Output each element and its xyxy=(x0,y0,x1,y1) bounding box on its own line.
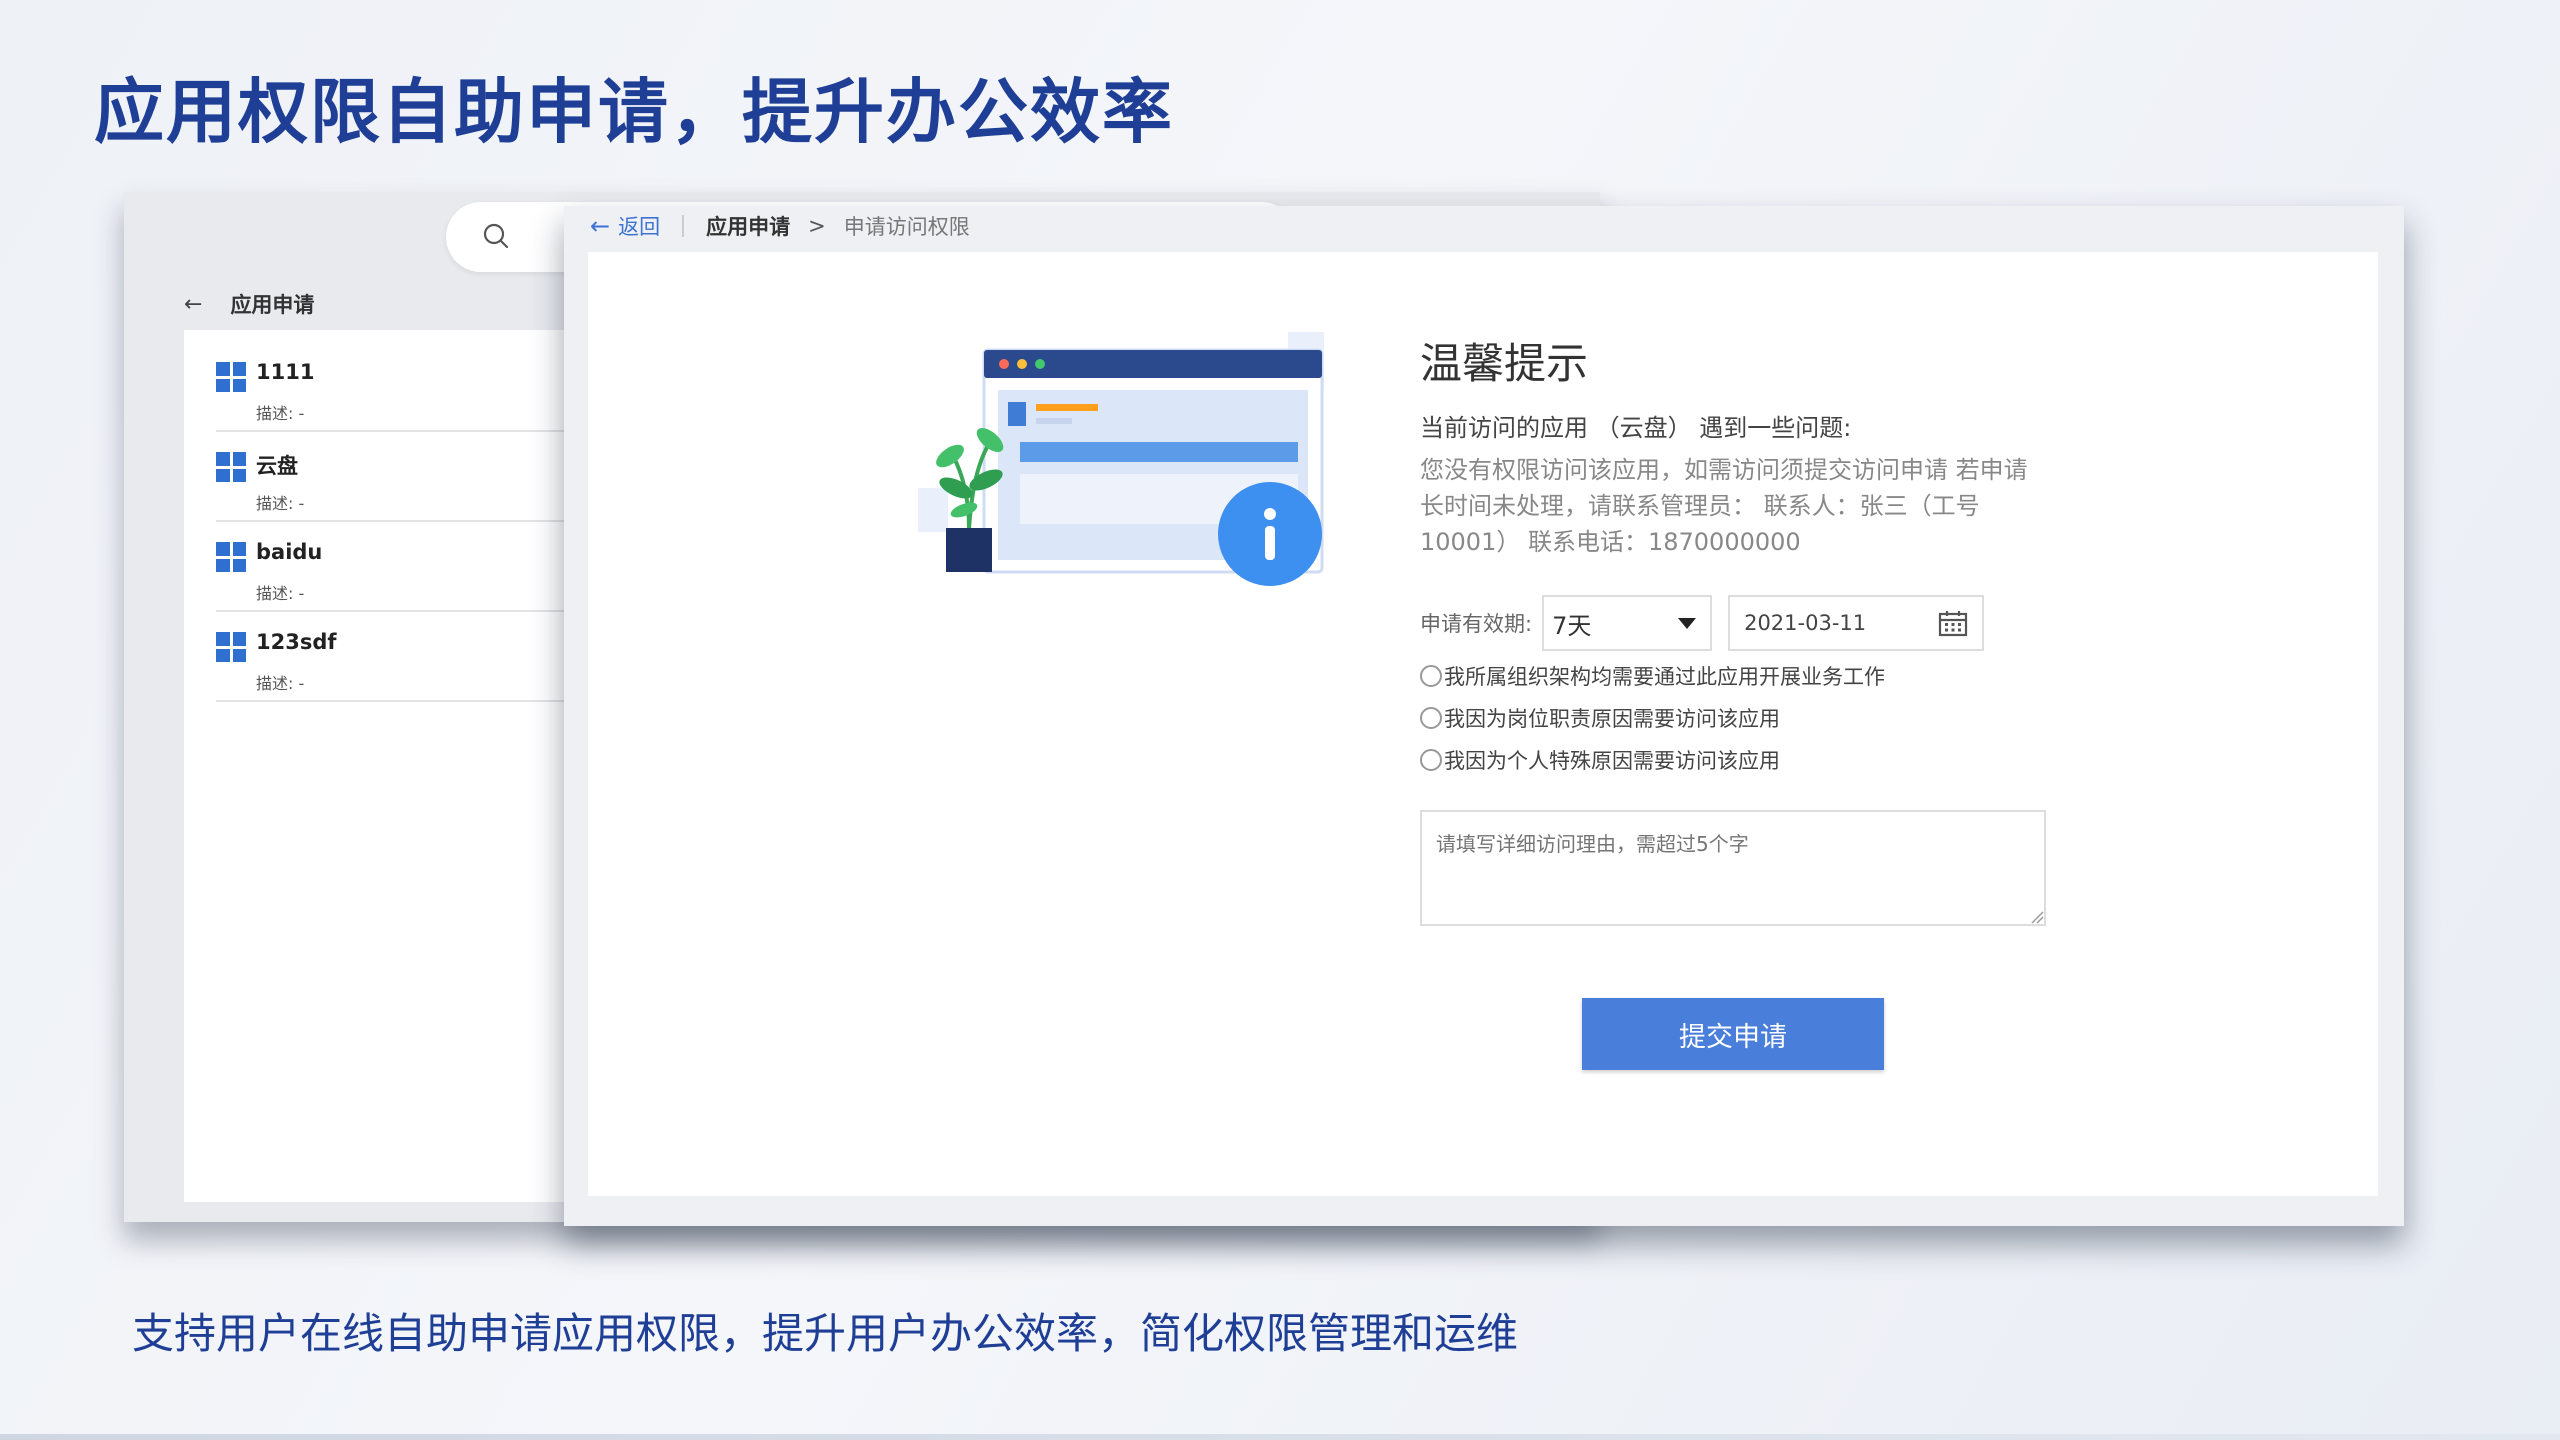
submit-button[interactable]: 提交申请 xyxy=(1582,998,1884,1070)
validity-value: 7天 xyxy=(1552,611,1592,640)
search-icon xyxy=(483,223,509,249)
slide-title: 应用权限自助申请，提升办公效率 xyxy=(94,71,1174,153)
slide-caption: 支持用户在线自助申请应用权限，提升用户办公效率，简化权限管理和运维 xyxy=(132,1309,1519,1358)
tip-title: 温馨提示 xyxy=(1420,339,1589,388)
breadcrumb-separator: > xyxy=(808,214,826,238)
app-name: baidu xyxy=(256,540,323,564)
tip-body: 您没有权限访问该应用，如需访问须提交访问申请 若申请长时间未处理，请联系管理员：… xyxy=(1420,456,2028,556)
breadcrumb-divider xyxy=(682,215,685,237)
app-grid-icon xyxy=(216,632,246,662)
reason-label: 我因为个人特殊原因需要访问该应用 xyxy=(1444,749,1780,773)
request-card: 温馨提示 当前访问的应用 （云盘） 遇到一些问题: 您没有权限访问该应用，如需访… xyxy=(588,252,2378,1196)
tip-subtitle: 当前访问的应用 （云盘） 遇到一些问题: xyxy=(1420,414,1852,442)
caret-down-icon xyxy=(1678,617,1697,629)
validity-label: 申请有效期: xyxy=(1420,612,1533,636)
breadcrumb: ← 返回 应用申请 > 申请访问权限 xyxy=(590,206,970,246)
app-list-header: ← 应用申请 xyxy=(184,284,314,324)
date-value: 2021-03-11 xyxy=(1744,611,1867,635)
app-name: 云盘 xyxy=(256,454,298,478)
reason-label: 我因为岗位职责原因需要访问该应用 xyxy=(1444,707,1780,731)
validity-row: 申请有效期: 7天 2021-03-11 xyxy=(1420,594,1985,652)
reason-option[interactable]: 我所属组织架构均需要通过此应用开展业务工作 xyxy=(1420,660,1885,692)
notice-illustration xyxy=(918,332,1324,586)
reason-option[interactable]: 我因为岗位职责原因需要访问该应用 xyxy=(1420,702,1780,734)
app-list-title: 应用申请 xyxy=(230,293,315,317)
app-grid-icon xyxy=(216,452,246,482)
date-picker[interactable]: 2021-03-11 xyxy=(1728,595,1985,651)
reason-textarea[interactable] xyxy=(1420,810,2046,926)
back-label: 返回 xyxy=(618,215,661,239)
breadcrumb-current: 申请访问权限 xyxy=(843,215,970,239)
validity-select[interactable]: 7天 xyxy=(1542,595,1713,651)
radio-button[interactable] xyxy=(1420,749,1442,771)
access-request-window: ← 返回 应用申请 > 申请访问权限 温馨提示 当前访问的应用 （云盘） 遇到一… xyxy=(564,206,2404,1226)
back-link[interactable]: ← 返回 xyxy=(590,211,660,241)
app-desc: 描述: - xyxy=(256,494,305,513)
app-grid-icon xyxy=(216,362,246,392)
app-desc: 描述: - xyxy=(256,584,305,603)
calendar-icon xyxy=(1938,611,1968,637)
back-arrow-icon[interactable]: ← xyxy=(184,292,202,317)
reason-label: 我所属组织架构均需要通过此应用开展业务工作 xyxy=(1444,665,1885,689)
app-grid-icon xyxy=(216,542,246,572)
app-desc: 描述: - xyxy=(256,674,305,693)
bottom-divider xyxy=(0,1434,2560,1440)
back-arrow-icon: ← xyxy=(590,212,611,240)
radio-button[interactable] xyxy=(1420,707,1442,729)
resize-grip-icon[interactable] xyxy=(2030,910,2044,924)
app-name: 1111 xyxy=(256,360,315,384)
app-name: 123sdf xyxy=(256,630,337,654)
breadcrumb-section[interactable]: 应用申请 xyxy=(706,211,790,241)
radio-button[interactable] xyxy=(1420,665,1442,687)
app-desc: 描述: - xyxy=(256,404,305,423)
reason-option[interactable]: 我因为个人特殊原因需要访问该应用 xyxy=(1420,744,1780,776)
